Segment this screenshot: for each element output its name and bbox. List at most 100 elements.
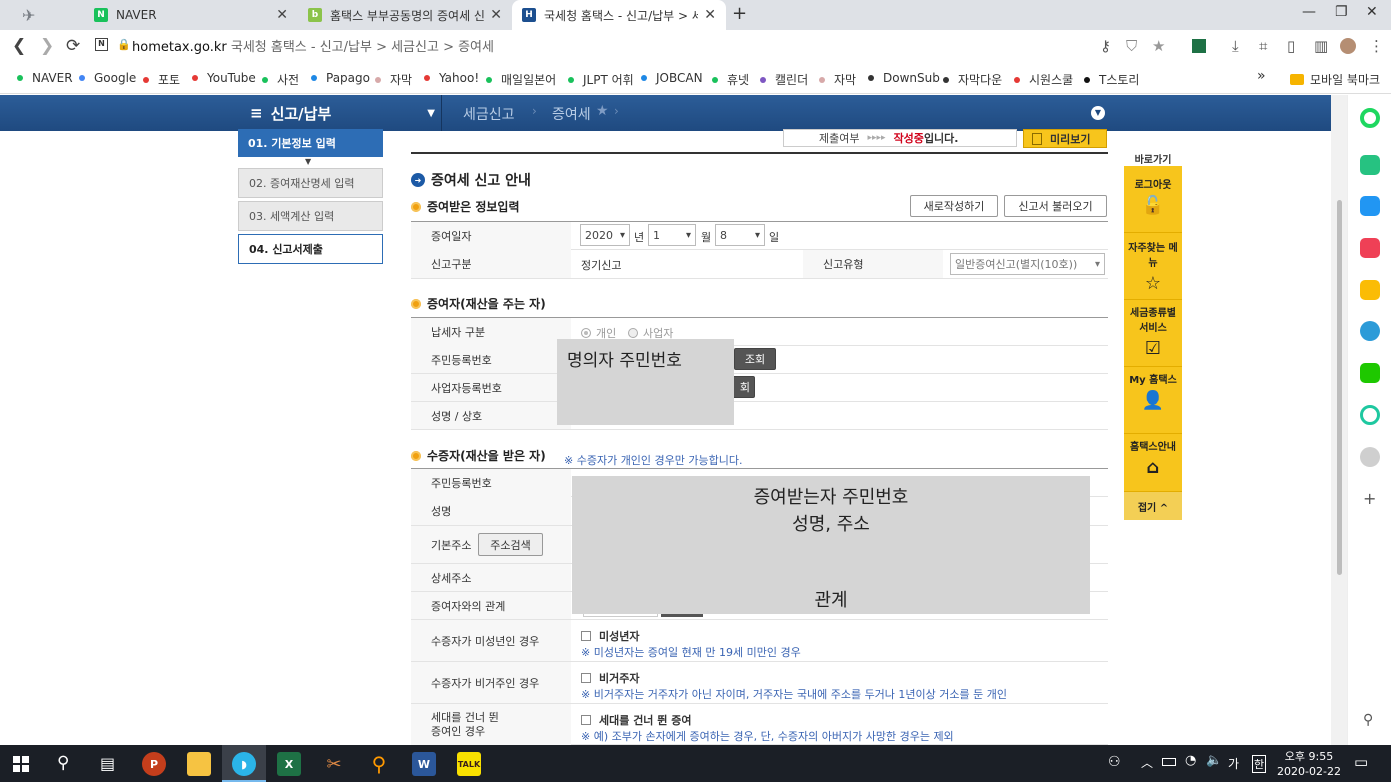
close-tab-icon[interactable]: ✕	[704, 7, 716, 23]
page-scrollbar[interactable]	[1331, 95, 1347, 745]
quick-favorites[interactable]: 자주찾는 메뉴 ☆	[1124, 233, 1182, 300]
capture-icon[interactable]: ⌗	[1259, 37, 1267, 55]
close-tab-icon[interactable]: ✕	[490, 7, 502, 23]
step-tax-calc[interactable]: 03. 세액계산 입력	[238, 201, 383, 231]
quick-hometax-guide[interactable]: 홈택스안내 ⌂	[1124, 434, 1182, 492]
bookmark-google[interactable]: Google	[79, 71, 136, 85]
tool-app-icon[interactable]: ✂	[322, 752, 346, 776]
back-icon[interactable]: ❮	[12, 36, 26, 56]
word-icon[interactable]: W	[412, 752, 436, 776]
notifications-icon[interactable]: ▭	[1354, 753, 1368, 771]
step-basic-info[interactable]: 01. 기본정보 입력	[238, 129, 383, 157]
year-select[interactable]: 2020	[580, 224, 630, 246]
favorite-star-icon[interactable]: ★	[596, 103, 609, 119]
clock-date[interactable]: 2020-02-22	[1276, 765, 1342, 778]
bookmark-naver[interactable]: NAVER	[17, 71, 73, 85]
close-tab-icon[interactable]: ✕	[276, 7, 288, 23]
people-icon[interactable]: ⚇	[1108, 754, 1121, 770]
excel-ext-icon[interactable]	[1192, 39, 1206, 53]
bookmark-jobcan[interactable]: JOBCAN	[641, 71, 703, 85]
sidebar-app-notify-icon[interactable]	[1360, 155, 1380, 175]
bookmark-subtitle-download[interactable]: 자막다운	[943, 71, 1002, 88]
sidebar-toggle-icon[interactable]: ▥	[1314, 37, 1328, 55]
step-submit[interactable]: 04. 신고서제출	[238, 234, 383, 264]
scrollbar-thumb[interactable]	[1337, 200, 1342, 575]
tab-hometax-blog[interactable]: b 홈택스 부부공동명의 증여세 신고 ✕	[298, 0, 512, 30]
profile-avatar[interactable]	[1340, 38, 1356, 54]
sidebar-app-star-icon[interactable]	[1360, 280, 1380, 300]
month-select[interactable]: 1	[648, 224, 696, 246]
task-view-icon[interactable]: ▤	[100, 754, 115, 773]
reload-icon[interactable]: ⟳	[66, 36, 80, 56]
bookmark-subtitle-2[interactable]: 자막	[819, 71, 856, 88]
bookmark-daily-japanese[interactable]: 매일일본어	[486, 71, 556, 88]
bookmark-subtitle[interactable]: 자막	[375, 71, 412, 88]
restore-button[interactable]: ❐	[1335, 4, 1348, 20]
nonresident-checkbox[interactable]: 비거주자	[581, 670, 639, 686]
menu-dropdown[interactable]: ≡ 신고/납부 ▼	[238, 95, 441, 131]
sidebar-add-icon[interactable]: +	[1363, 489, 1376, 508]
quick-tax-service[interactable]: 세금종류별 서비스 ☑	[1124, 300, 1182, 367]
tab-hometax-active[interactable]: H 국세청 홈택스 - 신고/납부 > 세 ✕	[512, 0, 726, 30]
new-tab-button[interactable]: +	[732, 3, 747, 24]
ime-hangul[interactable]: 한	[1252, 755, 1267, 773]
network-icon[interactable]: ◔	[1185, 753, 1196, 768]
bookmark-yahoo[interactable]: Yahoo!	[424, 71, 479, 85]
sidebar-app-play-icon[interactable]	[1360, 405, 1380, 425]
bookmark-papago[interactable]: Papago	[311, 71, 370, 85]
naver-whale-icon[interactable]: N	[95, 38, 108, 51]
bookmarks-overflow-button[interactable]: »	[1257, 68, 1266, 84]
bookmark-photo[interactable]: 포토	[143, 71, 180, 88]
excel-icon[interactable]: X	[277, 752, 301, 776]
search-app-icon[interactable]: ⚲	[367, 752, 391, 776]
step-gift-property[interactable]: 02. 증여재산명세 입력	[238, 168, 383, 198]
donor-lookup-button[interactable]: 조회	[734, 348, 776, 370]
quick-logout[interactable]: 로그아웃 🔓	[1124, 166, 1182, 233]
sidebar-app-wallet-icon[interactable]	[1360, 196, 1380, 216]
bookmark-downsub[interactable]: DownSub	[868, 71, 940, 85]
bookmark-jlpt[interactable]: JLPT 어휘	[568, 71, 634, 88]
bookmark-siwon[interactable]: 시원스쿨	[1014, 71, 1073, 88]
close-window-button[interactable]: ✕	[1366, 4, 1378, 20]
nav-expand-icon[interactable]: ▼	[1091, 106, 1105, 120]
windows-start-icon[interactable]	[13, 756, 29, 772]
download-icon[interactable]: ⤓	[1232, 37, 1239, 55]
bookmark-dictionary[interactable]: 사전	[262, 71, 299, 88]
url-field[interactable]: hometax.go.kr 국세청 홈택스 - 신고/납부 > 세금신고 > 증…	[132, 36, 494, 55]
tray-chevron-icon[interactable]: ︿	[1141, 754, 1153, 771]
sidebar-app-green-icon[interactable]	[1360, 108, 1380, 128]
key-icon[interactable]: ⚷	[1100, 37, 1111, 55]
ime-mode[interactable]: 가	[1228, 755, 1239, 772]
volume-icon[interactable]: 🔈	[1206, 753, 1222, 768]
search-icon[interactable]: ⚲	[57, 753, 69, 773]
quick-my-hometax[interactable]: My 홈택스 👤	[1124, 367, 1182, 434]
bookmark-youtube[interactable]: YouTube	[192, 71, 256, 85]
mobile-bookmarks-folder[interactable]: 모바일 북마크	[1290, 71, 1380, 88]
clock-time[interactable]: 오후 9:55	[1276, 748, 1342, 764]
report-kind-select[interactable]: 일반증여신고(별지(10호))	[950, 253, 1105, 275]
whale-browser-icon[interactable]: ◗	[232, 752, 256, 776]
address-search-button[interactable]: 주소검색	[478, 533, 543, 556]
bookmark-tistory[interactable]: T스토리	[1084, 71, 1139, 88]
generation-skip-checkbox[interactable]: 세대를 건너 뛴 증여	[581, 712, 691, 728]
sidebar-pin-icon[interactable]: ⚲	[1363, 712, 1373, 728]
reader-icon[interactable]: ▯	[1287, 37, 1295, 55]
load-form-button[interactable]: 신고서 불러오기	[1004, 195, 1107, 217]
new-form-button[interactable]: 새로작성하기	[910, 195, 998, 217]
preview-button[interactable]: 미리보기	[1023, 129, 1107, 148]
sidebar-app-avatar-icon[interactable]	[1360, 447, 1380, 467]
shield-icon[interactable]: ⛉	[1126, 37, 1137, 55]
kakaotalk-icon[interactable]: TALK	[457, 752, 481, 776]
star-icon[interactable]: ★	[1152, 37, 1165, 55]
battery-icon[interactable]	[1162, 758, 1176, 766]
sidebar-app-edge-icon[interactable]	[1360, 321, 1380, 341]
tab-naver[interactable]: N NAVER ✕	[84, 0, 298, 30]
minor-checkbox[interactable]: 미성년자	[581, 628, 639, 644]
powerpoint-icon[interactable]: P	[142, 752, 166, 776]
breadcrumb-tax-report[interactable]: 세금신고	[463, 104, 515, 124]
sidebar-app-chat-icon[interactable]	[1360, 363, 1380, 383]
sidebar-app-pocket-icon[interactable]	[1360, 238, 1380, 258]
bookmark-hunet[interactable]: 휴넷	[712, 71, 749, 88]
file-explorer-icon[interactable]	[187, 752, 211, 776]
menu-dots-icon[interactable]: ⋮	[1369, 37, 1384, 55]
